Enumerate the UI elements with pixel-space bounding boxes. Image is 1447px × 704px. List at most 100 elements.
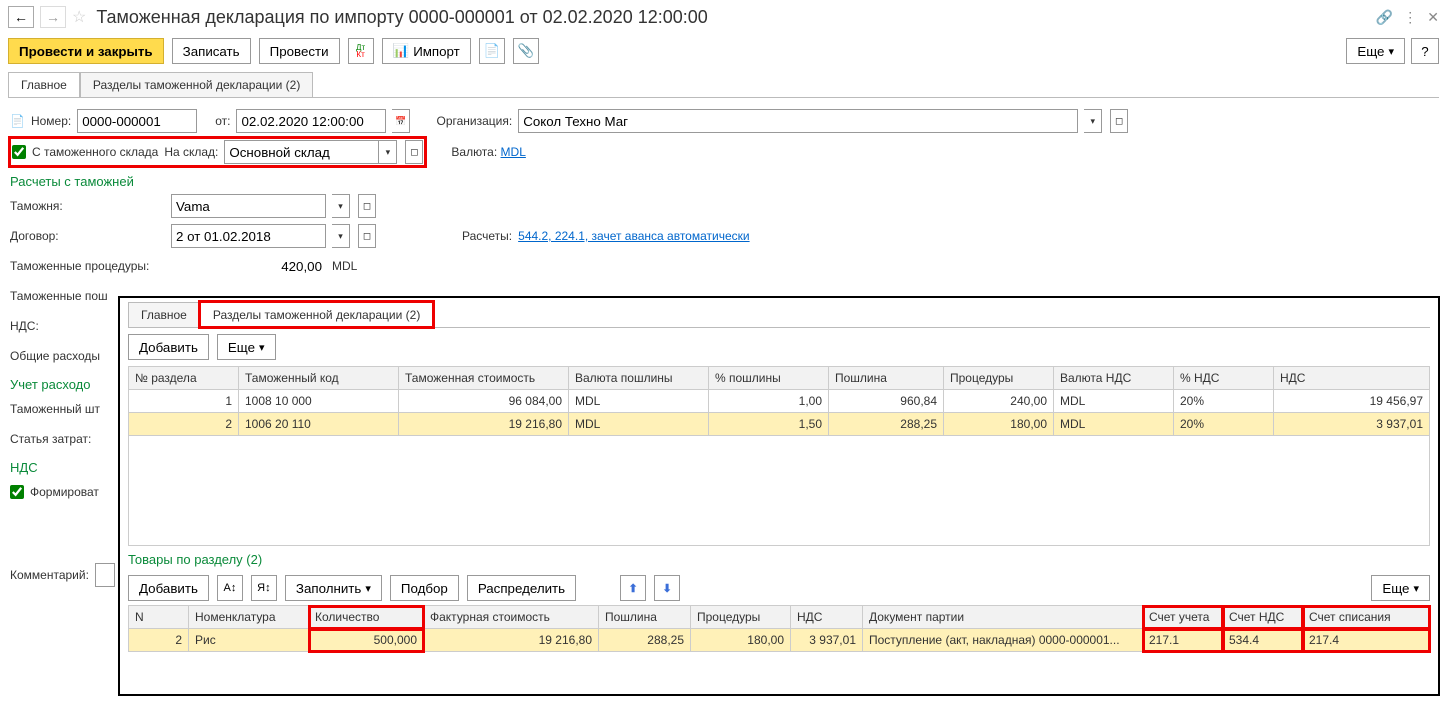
procedures-amount bbox=[171, 254, 326, 278]
contract-input[interactable] bbox=[171, 224, 326, 248]
sections-th-code[interactable]: Таможенный код bbox=[239, 367, 399, 390]
new-doc-icon[interactable]: 📄 bbox=[10, 114, 25, 128]
settlements-label: Расчеты: bbox=[462, 229, 512, 243]
nav-forward[interactable]: → bbox=[40, 6, 66, 28]
bonded-checkbox[interactable] bbox=[12, 145, 26, 159]
comment-input[interactable] bbox=[95, 563, 115, 587]
contract-label: Договор: bbox=[10, 229, 165, 243]
calendar-button[interactable]: 📅 bbox=[392, 109, 410, 133]
currency-label-link[interactable]: Валюта: MDL bbox=[451, 145, 525, 159]
org-input[interactable] bbox=[518, 109, 1078, 133]
org-dropdown[interactable]: ▾ bbox=[1084, 109, 1102, 133]
sections-table[interactable]: № раздела Таможенный код Таможенная стои… bbox=[128, 366, 1430, 436]
goods-th-acc[interactable]: Счет учета bbox=[1143, 606, 1223, 629]
goods-th-writeoff[interactable]: Счет списания bbox=[1303, 606, 1430, 629]
comment-label: Комментарий: bbox=[10, 568, 89, 582]
sections-th-duty[interactable]: Пошлина bbox=[829, 367, 944, 390]
cost-item-label: Статья затрат: bbox=[10, 432, 91, 446]
write-button[interactable]: Записать bbox=[172, 38, 251, 64]
sections-th-proc[interactable]: Процедуры bbox=[944, 367, 1054, 390]
sections-th-dutycur[interactable]: Валюта пошлины bbox=[569, 367, 709, 390]
goods-more-button[interactable]: Еще ▾ bbox=[1371, 575, 1430, 601]
move-down-button[interactable]: ⬇ bbox=[654, 575, 680, 601]
customs-dropdown[interactable]: ▾ bbox=[332, 194, 350, 218]
general-label: Общие расходы bbox=[10, 349, 100, 363]
attach-button[interactable]: 📎 bbox=[513, 38, 539, 64]
select-button[interactable]: Подбор bbox=[390, 575, 459, 601]
date-input[interactable] bbox=[236, 109, 386, 133]
customs-input[interactable] bbox=[171, 194, 326, 218]
warehouse-open[interactable]: ◻ bbox=[405, 140, 423, 164]
move-up-button[interactable]: ⬆ bbox=[620, 575, 646, 601]
goods-table[interactable]: N Номенклатура Количество Фактурная стои… bbox=[128, 605, 1430, 652]
sort-za-button[interactable]: Я↕ bbox=[251, 575, 277, 601]
contract-open[interactable]: ◻ bbox=[358, 224, 376, 248]
goods-add-button[interactable]: Добавить bbox=[128, 575, 209, 601]
import-icon: 📊 bbox=[393, 43, 410, 59]
post-button[interactable]: Провести bbox=[259, 38, 340, 64]
date-label: от: bbox=[215, 114, 230, 128]
goods-th-qty[interactable]: Количество bbox=[309, 606, 424, 629]
warehouse-dropdown[interactable]: ▾ bbox=[379, 140, 397, 164]
close-icon[interactable]: ✕ bbox=[1427, 9, 1439, 26]
to-warehouse-label: На склад: bbox=[164, 145, 218, 159]
number-label: Номер: bbox=[31, 114, 71, 128]
org-open[interactable]: ◻ bbox=[1110, 109, 1128, 133]
post-and-close-button[interactable]: Провести и закрыть bbox=[8, 38, 164, 64]
sections-th-vatcur[interactable]: Валюта НДС bbox=[1054, 367, 1174, 390]
number-input[interactable] bbox=[77, 109, 197, 133]
goods-th-duty[interactable]: Пошлина bbox=[599, 606, 691, 629]
tab-main[interactable]: Главное bbox=[8, 72, 80, 97]
overlay-window: Главное Разделы таможенной декларации (2… bbox=[118, 296, 1440, 696]
goods-section-header: Товары по разделу (2) bbox=[128, 552, 1430, 567]
overlay-add-button[interactable]: Добавить bbox=[128, 334, 209, 360]
table-row[interactable]: 2 Рис 500,000 19 216,80 288,25 180,00 3 … bbox=[129, 629, 1430, 652]
more-button[interactable]: Еще ▾ bbox=[1346, 38, 1405, 64]
favorite-star-icon[interactable]: ☆ bbox=[72, 7, 86, 27]
arrow-up-icon: ⬆ bbox=[629, 582, 638, 595]
sort-az-button[interactable]: A↕ bbox=[217, 575, 243, 601]
chevron-down-icon: ▾ bbox=[1413, 582, 1419, 595]
goods-th-n[interactable]: N bbox=[129, 606, 189, 629]
distribute-button[interactable]: Распределить bbox=[467, 575, 576, 601]
contract-dropdown[interactable]: ▾ bbox=[332, 224, 350, 248]
goods-th-cost[interactable]: Фактурная стоимость bbox=[424, 606, 599, 629]
sections-th-cost[interactable]: Таможенная стоимость bbox=[399, 367, 569, 390]
goods-th-vatacc[interactable]: Счет НДС bbox=[1223, 606, 1303, 629]
dt-kt-button[interactable]: ДтКт bbox=[348, 38, 374, 64]
import-button[interactable]: 📊Импорт bbox=[382, 38, 471, 64]
sort-az-icon: A↕ bbox=[223, 582, 236, 594]
table-row[interactable]: 1 1008 10 000 96 084,00 MDL 1,00 960,84 … bbox=[129, 390, 1430, 413]
dtkt-icon: ДтКт bbox=[356, 44, 365, 58]
vat-label: НДС: bbox=[10, 319, 39, 333]
arrow-right-icon: → bbox=[46, 9, 60, 25]
sections-th-vatpct[interactable]: % НДС bbox=[1174, 367, 1274, 390]
goods-th-doc[interactable]: Документ партии bbox=[863, 606, 1143, 629]
goods-th-proc[interactable]: Процедуры bbox=[691, 606, 791, 629]
fill-button[interactable]: Заполнить ▾ bbox=[285, 575, 382, 601]
procedures-label: Таможенные процедуры: bbox=[10, 259, 165, 273]
bonded-label: С таможенного склада bbox=[32, 145, 158, 159]
sections-th-dutypct[interactable]: % пошлины bbox=[709, 367, 829, 390]
chevron-down-icon: ▾ bbox=[259, 341, 265, 354]
sections-th-n[interactable]: № раздела bbox=[129, 367, 239, 390]
customs-label: Таможня: bbox=[10, 199, 165, 213]
goods-th-name[interactable]: Номенклатура bbox=[189, 606, 309, 629]
sections-th-vat[interactable]: НДС bbox=[1274, 367, 1430, 390]
table-row[interactable]: 2 1006 20 110 19 216,80 MDL 1,50 288,25 … bbox=[129, 413, 1430, 436]
warehouse-input[interactable] bbox=[224, 140, 379, 164]
customs-open[interactable]: ◻ bbox=[358, 194, 376, 218]
help-button[interactable]: ? bbox=[1411, 38, 1439, 64]
goods-th-vat[interactable]: НДС bbox=[791, 606, 863, 629]
nav-back[interactable]: ← bbox=[8, 6, 34, 28]
form-vat-checkbox[interactable] bbox=[10, 485, 24, 499]
menu-dots-icon[interactable]: ⋮ bbox=[1403, 9, 1417, 26]
doc-icon-button[interactable]: 📄 bbox=[479, 38, 505, 64]
settlements-link[interactable]: 544.2, 224.1, зачет аванса автоматически bbox=[518, 229, 749, 243]
customs-section-header: Расчеты с таможней bbox=[10, 174, 1437, 189]
overlay-tab-sections[interactable]: Разделы таможенной декларации (2) bbox=[200, 302, 433, 327]
tab-sections[interactable]: Разделы таможенной декларации (2) bbox=[80, 72, 313, 97]
link-icon[interactable]: 🔗 bbox=[1376, 9, 1393, 26]
overlay-tab-main[interactable]: Главное bbox=[128, 302, 200, 327]
overlay-more-button[interactable]: Еще ▾ bbox=[217, 334, 276, 360]
